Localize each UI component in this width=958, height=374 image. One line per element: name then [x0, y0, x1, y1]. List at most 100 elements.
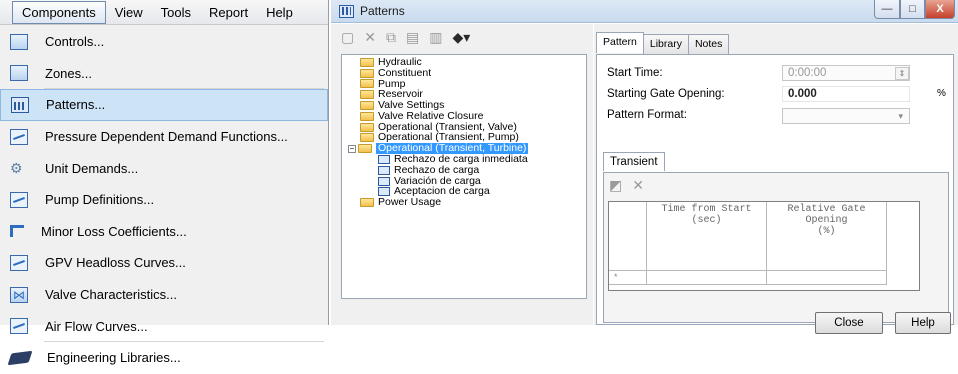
- controls-icon: [10, 33, 28, 50]
- gate-opening-label: Starting Gate Opening:: [607, 88, 725, 100]
- minimize-icon: —: [881, 3, 893, 15]
- menu-item-gpv-headloss[interactable]: GPV Headloss Curves...: [0, 247, 328, 279]
- patterns-icon: [11, 96, 29, 113]
- menu-item-air-flow-curves[interactable]: Air Flow Curves...: [0, 310, 328, 342]
- menubar-tools[interactable]: Tools: [152, 2, 200, 23]
- folder-icon: [360, 90, 374, 100]
- tree-item-label: Power Usage: [378, 196, 442, 209]
- menubar-report[interactable]: Report: [200, 2, 257, 23]
- tab-library[interactable]: Library: [642, 34, 689, 55]
- pattern-icon: [378, 176, 390, 186]
- maximize-icon: □: [909, 3, 916, 15]
- help-button[interactable]: Help: [895, 312, 951, 334]
- folder-icon: [360, 133, 374, 143]
- unit-demands-icon: ⚙: [10, 160, 23, 177]
- folder-icon: [360, 57, 374, 67]
- gate-opening-field[interactable]: 0.000: [782, 86, 910, 102]
- menubar-view[interactable]: View: [106, 2, 152, 23]
- folder-icon: [360, 111, 374, 121]
- pattern-icon: [378, 155, 390, 165]
- properties-panel: Pattern Library Notes Start Time: 0:00:0…: [594, 24, 958, 334]
- tab-strip: Pattern Library Notes: [596, 32, 730, 55]
- close-icon: X: [936, 3, 944, 15]
- folder-icon: [360, 198, 374, 208]
- minor-loss-icon: [10, 225, 24, 238]
- maximize-button[interactable]: □: [900, 0, 925, 19]
- valve-characteristics-icon: ⋈: [10, 286, 28, 303]
- patterns-tree: Hydraulic Constituent Pump Reservoir Val…: [341, 54, 587, 299]
- menu-item-label: Minor Loss Coefficients...: [41, 223, 187, 239]
- menu-item-controls[interactable]: Controls...: [0, 26, 328, 58]
- minimize-button[interactable]: —: [874, 0, 900, 19]
- delete-row-icon[interactable]: ✕: [632, 177, 644, 194]
- engineering-libraries-icon: [7, 350, 33, 366]
- menu-item-label: Pump Definitions...: [45, 192, 155, 208]
- folder-icon: [360, 79, 374, 89]
- pressure-demand-icon: [10, 128, 28, 145]
- new-row-marker: *: [609, 271, 647, 285]
- report-icon[interactable]: ▥: [429, 29, 442, 46]
- patterns-window: Patterns — □ X ▢ ✕ ⧉ ▤ ▥ ◆▾ Hydraulic Co…: [331, 0, 958, 334]
- pattern-tab-body: Start Time: 0:00:00 ⇕ Starting Gate Open…: [596, 54, 954, 334]
- menu-item-label: Patterns...: [46, 97, 106, 113]
- pattern-icon: [378, 187, 390, 197]
- tab-transient[interactable]: Transient: [603, 152, 665, 171]
- folder-icon: [360, 122, 374, 132]
- menu-item-patterns[interactable]: Patterns...: [0, 89, 328, 121]
- column-header-time: Time from Start (sec): [647, 202, 767, 271]
- cell-time[interactable]: [647, 271, 767, 285]
- menu-item-label: Air Flow Curves...: [45, 318, 148, 334]
- collapse-icon[interactable]: −: [348, 144, 356, 153]
- components-dropdown: Controls... Zones... Patterns... Pressur…: [0, 26, 328, 374]
- menu-item-label: Engineering Libraries...: [47, 350, 181, 366]
- menu-item-label: Pressure Dependent Demand Functions...: [45, 129, 288, 145]
- close-button[interactable]: Close: [815, 312, 883, 334]
- window-title: Patterns: [360, 4, 405, 18]
- menubar-help[interactable]: Help: [257, 2, 302, 23]
- menu-item-minor-loss[interactable]: Minor Loss Coefficients...: [0, 216, 328, 248]
- menu-item-pump-definitions[interactable]: Pump Definitions...: [0, 184, 328, 216]
- duplicate-icon[interactable]: ⧉: [386, 29, 396, 46]
- menu-item-label: Zones...: [45, 65, 92, 81]
- menu-item-label: Valve Characteristics...: [45, 287, 177, 303]
- delete-icon[interactable]: ✕: [364, 29, 376, 46]
- menu-item-zones[interactable]: Zones...: [0, 58, 328, 90]
- transient-grid: Time from Start (sec) Relative Gate Open…: [608, 201, 920, 291]
- menu-item-label: Controls...: [45, 34, 105, 50]
- tree-item-power-usage[interactable]: Power Usage: [342, 197, 586, 208]
- tab-notes[interactable]: Notes: [687, 34, 730, 55]
- components-menu: Components View Tools Report Help Contro…: [0, 0, 329, 365]
- start-time-spinner-icon[interactable]: ⇕: [895, 67, 909, 80]
- menubar-components[interactable]: Components: [12, 0, 106, 24]
- folder-icon: [360, 101, 374, 111]
- pattern-icon: [378, 165, 390, 175]
- menu-item-engineering-libraries[interactable]: Engineering Libraries...: [0, 342, 328, 374]
- cell-gate-opening[interactable]: [767, 271, 887, 285]
- close-window-button[interactable]: X: [925, 0, 955, 19]
- menu-item-valve-characteristics[interactable]: ⋈ Valve Characteristics...: [0, 279, 328, 311]
- tab-pattern[interactable]: Pattern: [596, 32, 644, 53]
- pattern-format-label: Pattern Format:: [607, 109, 687, 121]
- window-titlebar[interactable]: Patterns — □ X: [331, 0, 958, 23]
- menu-item-label: GPV Headloss Curves...: [45, 255, 186, 271]
- tree-panel: ▢ ✕ ⧉ ▤ ▥ ◆▾ Hydraulic Constituent Pump …: [331, 24, 593, 325]
- row-header-column: [609, 202, 647, 271]
- air-flow-curve-icon: [10, 318, 28, 335]
- pump-definitions-icon: [10, 191, 28, 208]
- rename-icon[interactable]: ▤: [406, 29, 419, 46]
- gpv-curve-icon: [10, 254, 28, 271]
- menu-item-pressure-dependent-demand[interactable]: Pressure Dependent Demand Functions...: [0, 121, 328, 153]
- new-icon[interactable]: ▢: [341, 29, 354, 46]
- engineering-library-dropdown-icon[interactable]: ◆▾: [452, 29, 470, 46]
- tree-item-constituent[interactable]: Constituent: [342, 67, 586, 79]
- zones-icon: [10, 65, 28, 82]
- menu-item-unit-demands[interactable]: ⚙ Unit Demands...: [0, 152, 328, 184]
- transient-tab-body: ◩ ✕ Time from Start (sec) Relative Gate …: [603, 172, 949, 323]
- start-time-field[interactable]: 0:00:00: [782, 65, 910, 81]
- folder-open-icon: [358, 144, 372, 154]
- folder-icon: [360, 68, 374, 78]
- gate-opening-unit: %: [937, 88, 946, 99]
- pattern-format-select[interactable]: ▾: [782, 108, 910, 124]
- start-time-label: Start Time:: [607, 67, 663, 79]
- new-row-icon[interactable]: ◩: [609, 177, 622, 194]
